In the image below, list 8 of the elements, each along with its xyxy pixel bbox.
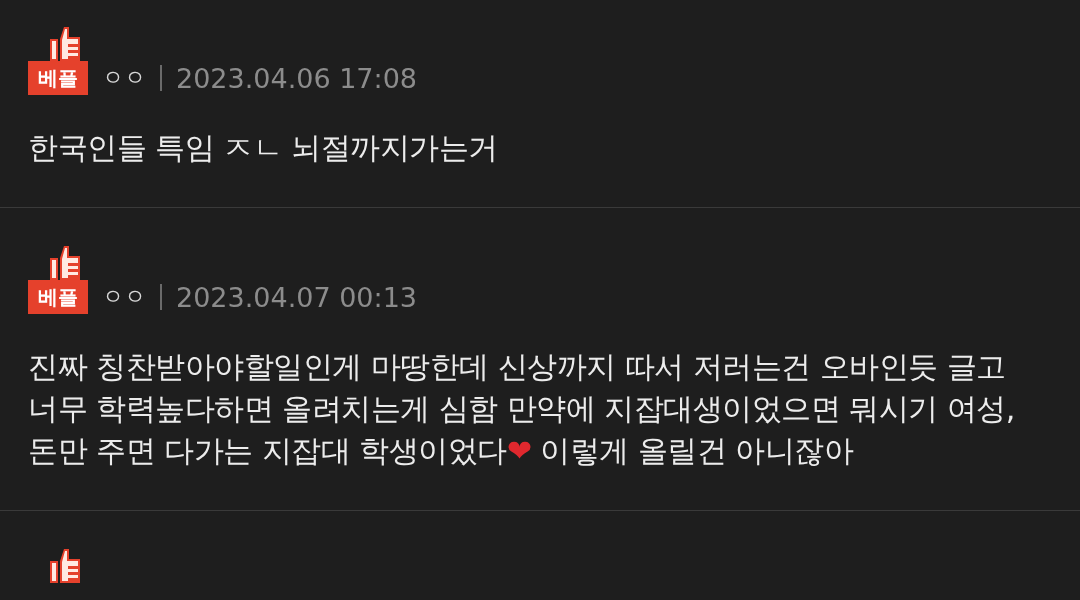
comment-date: 2023.04.06 17:08 (176, 62, 417, 94)
best-comment-badge: 베플 (28, 280, 88, 314)
comment-date: 2023.04.07 00:13 (176, 281, 417, 313)
author-name: ㅇㅇ (102, 64, 146, 92)
author-name: ㅇㅇ (102, 283, 146, 311)
comment-text: 한국인들 특임 ㅈㄴ 뇌절까지가는거 (28, 129, 499, 167)
comment-text: 진짜 칭찬받아야할일인게 마땅한데 신상까지 따서 저러는건 오바인듯 글고 너무 학력높다하면 올려치는게 심함 만약에 지잡대생이었으면 뭐시기 여성, 돈만 주면 다가는 지잡대 학생이었다❤ 이렇게 올릴건 아니잖아 (28, 348, 1016, 470)
best-comment-badge: 베플 (28, 61, 88, 95)
